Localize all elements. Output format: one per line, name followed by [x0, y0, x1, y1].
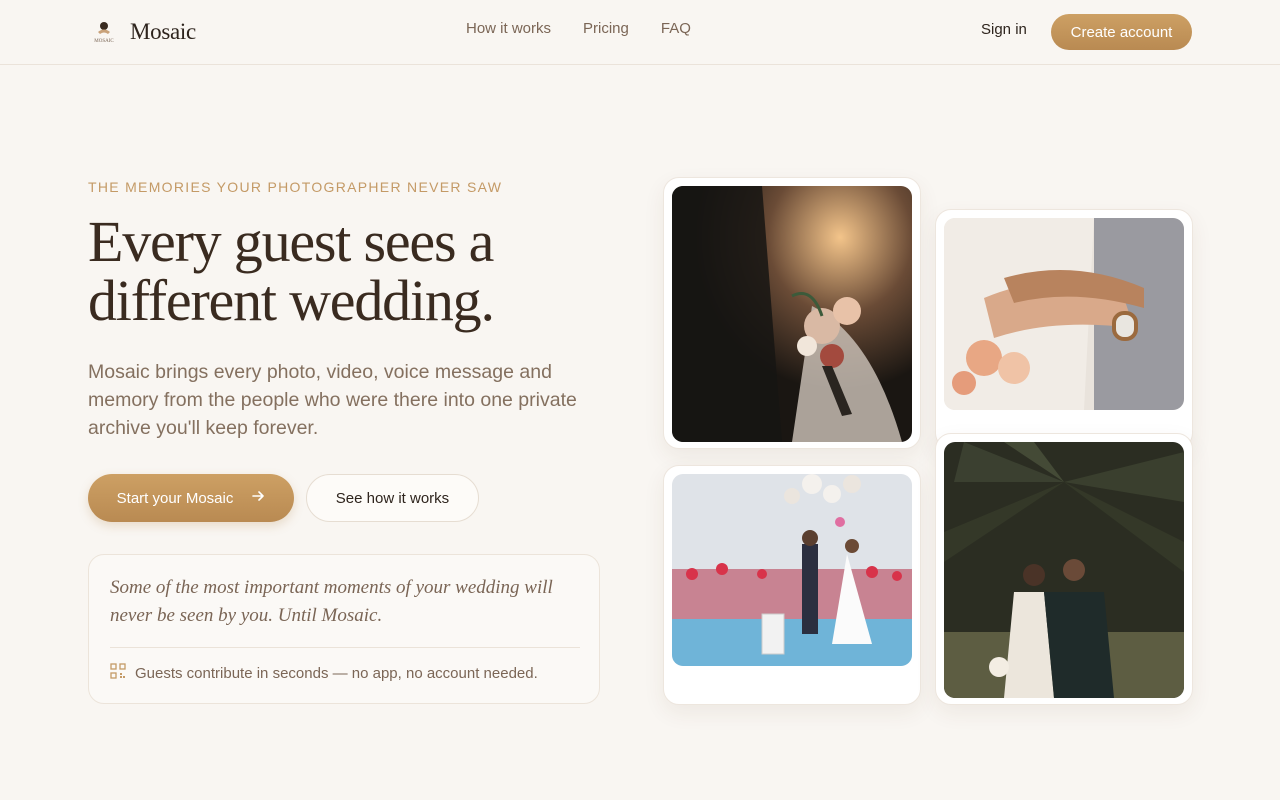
nav-how-it-works[interactable]: How it works — [466, 20, 551, 37]
nav-faq[interactable]: FAQ — [661, 20, 691, 37]
start-mosaic-label: Start your Mosaic — [116, 489, 234, 507]
hero-eyebrow: THE MEMORIES YOUR PHOTOGRAPHER NEVER SAW — [88, 179, 503, 195]
divider — [110, 647, 580, 648]
quote-footnote: Guests contribute in seconds — no app, n… — [110, 663, 538, 683]
sign-in-link[interactable]: Sign in — [981, 21, 1027, 38]
brand-logo-icon: MOSAIC — [88, 16, 120, 48]
main-nav: How it works Pricing FAQ — [466, 20, 691, 37]
photo-card-balloons — [663, 465, 921, 705]
hero-subtext: Mosaic brings every photo, video, voice … — [88, 361, 577, 439]
brand[interactable]: MOSAIC Mosaic — [88, 14, 196, 50]
see-how-it-works-button[interactable]: See how it works — [306, 474, 479, 522]
nav-pricing[interactable]: Pricing — [583, 20, 629, 37]
svg-text:MOSAIC: MOSAIC — [94, 39, 114, 44]
qr-code-icon — [110, 663, 126, 683]
start-mosaic-button[interactable]: Start your Mosaic — [88, 474, 294, 522]
quote-footnote-text: Guests contribute in seconds — no app, n… — [135, 664, 538, 682]
site-header: MOSAIC Mosaic How it works Pricing FAQ S… — [0, 0, 1280, 65]
photo-couple-rings — [944, 218, 1184, 410]
hero-headline: Every guest sees a different wedding. — [88, 209, 495, 333]
photo-couple-balloons — [672, 474, 912, 666]
brand-name: Mosaic — [130, 19, 196, 44]
create-account-button[interactable]: Create account — [1051, 14, 1192, 50]
photo-couple-palm — [944, 442, 1184, 698]
photo-bride-bouquet — [672, 186, 912, 442]
quote-card: Some of the most important moments of yo… — [88, 554, 600, 704]
photo-card-palm — [935, 433, 1193, 705]
photo-card-rings — [935, 209, 1193, 449]
arrow-right-icon — [251, 489, 265, 507]
photo-card-bouquet — [663, 177, 921, 449]
quote-text: Some of the most important moments of yo… — [110, 577, 553, 626]
